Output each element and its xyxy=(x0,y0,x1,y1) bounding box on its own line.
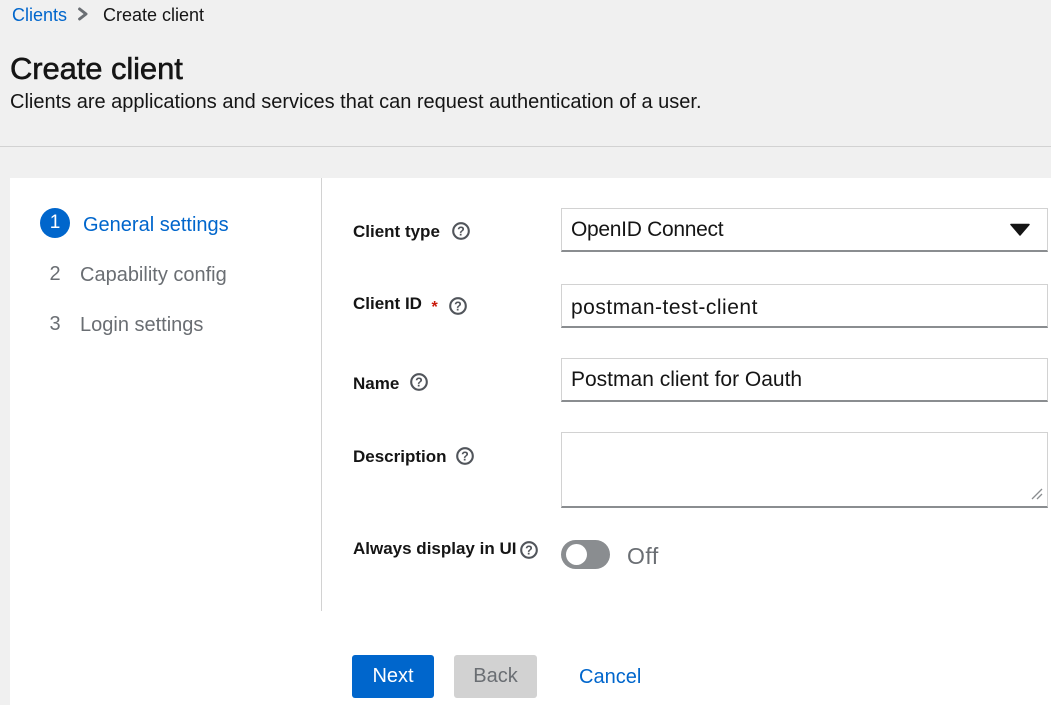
svg-text:?: ? xyxy=(415,375,423,389)
svg-text:?: ? xyxy=(457,224,465,238)
svg-text:?: ? xyxy=(461,449,469,463)
svg-text:?: ? xyxy=(454,299,462,313)
svg-text:?: ? xyxy=(525,543,533,557)
